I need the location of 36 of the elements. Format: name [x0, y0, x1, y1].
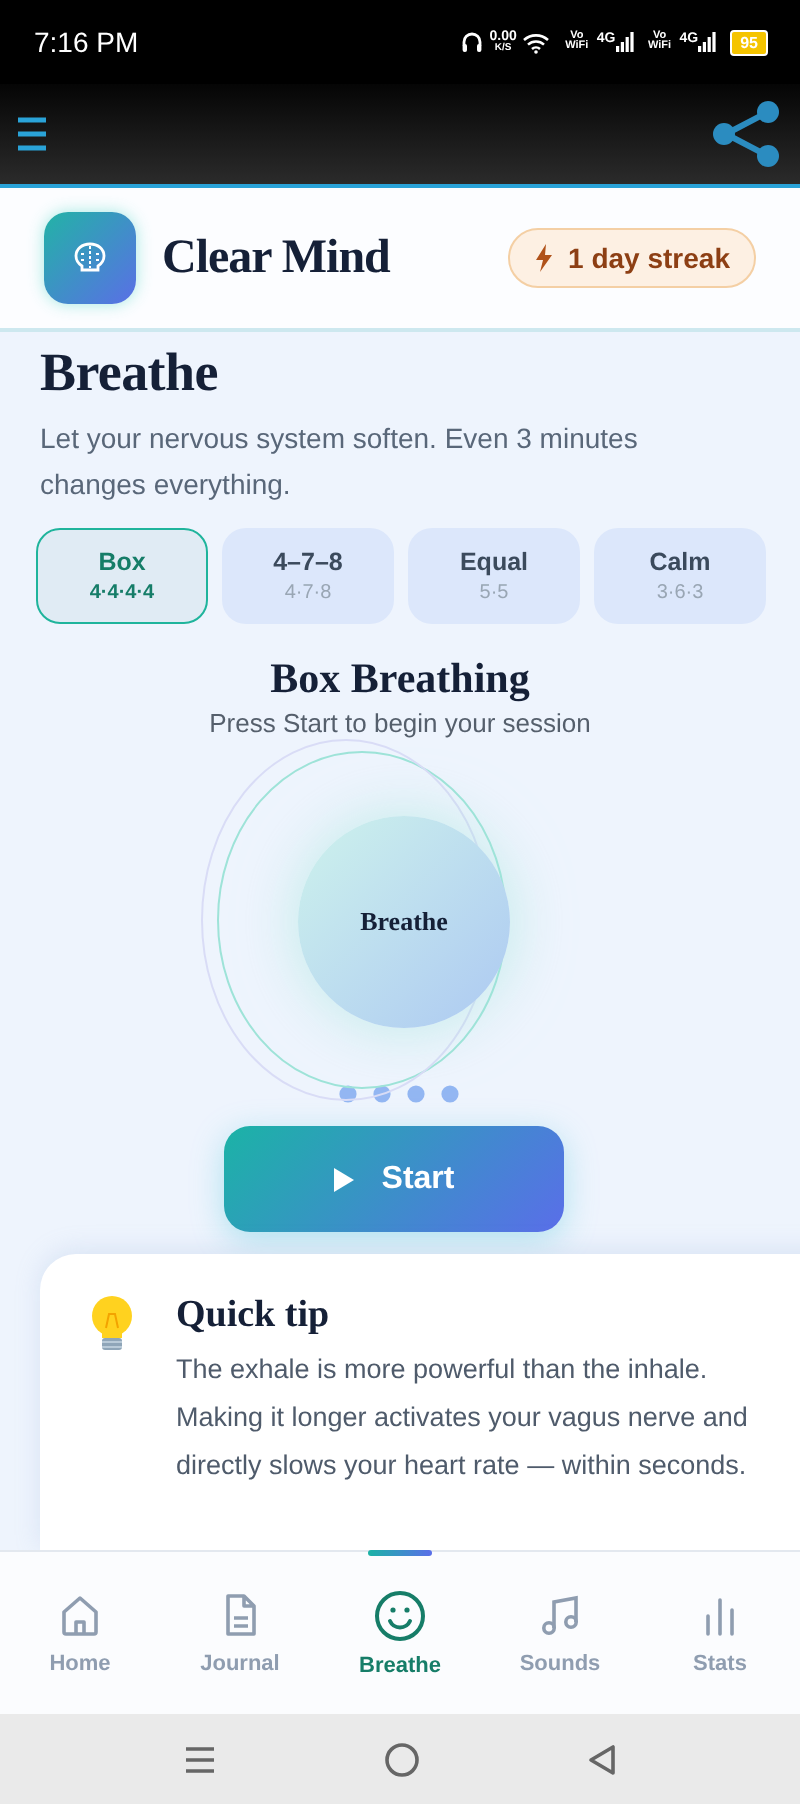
- battery-level: 95: [730, 29, 768, 55]
- menu-icon[interactable]: [16, 114, 48, 154]
- play-icon: [333, 1167, 354, 1191]
- streak-text: 1 day streak: [568, 242, 730, 274]
- tip-title: Quick tip: [176, 1294, 330, 1338]
- share-icon[interactable]: [708, 96, 784, 172]
- status-time: 7:16 PM: [34, 26, 139, 58]
- nav-tab[interactable]: Stats: [640, 1552, 800, 1714]
- nav-tab[interactable]: Home: [0, 1552, 160, 1714]
- back-icon[interactable]: [588, 1743, 616, 1775]
- page-subtitle: Let your nervous system soften. Even 3 minutes changes everything.: [40, 420, 640, 504]
- tip-text: The exhale is more powerful than the inhale. Making it longer activates your vagus nerve and directly slows your heart rate — within seconds.: [176, 1352, 750, 1484]
- lightning-icon: [534, 244, 555, 272]
- pattern-tab[interactable]: Box 4·4·4·4: [36, 528, 208, 624]
- nav-tab[interactable]: Breathe: [320, 1552, 480, 1714]
- recents-icon[interactable]: [184, 1745, 216, 1773]
- session-title: Box Breathing: [270, 652, 530, 704]
- home-button-icon[interactable]: [384, 1741, 420, 1777]
- signal-icon: [615, 32, 634, 52]
- pattern-tab[interactable]: Equal 5·5: [408, 528, 580, 624]
- breathing-circle: Breathe: [298, 816, 510, 1028]
- wifi-icon: [522, 31, 551, 53]
- nav-tab[interactable]: Sounds: [480, 1552, 640, 1714]
- home-icon: [56, 1591, 104, 1639]
- app-name: Clear Mind: [162, 231, 393, 285]
- smiley-icon: [374, 1589, 426, 1641]
- page-title: Breathe: [40, 340, 218, 404]
- start-button[interactable]: Start: [224, 1126, 564, 1232]
- pattern-tab[interactable]: Calm 3·6·3: [594, 528, 766, 624]
- session-hint: Press Start to begin your session: [209, 708, 591, 738]
- signal-icon: [698, 32, 717, 52]
- dots-icon: [338, 1084, 462, 1104]
- headphones-icon: [459, 30, 484, 54]
- pattern-tab[interactable]: 4–7–8 4·7·8: [222, 528, 394, 624]
- music-note-icon: [536, 1591, 584, 1639]
- nav-tab[interactable]: Journal: [160, 1552, 320, 1714]
